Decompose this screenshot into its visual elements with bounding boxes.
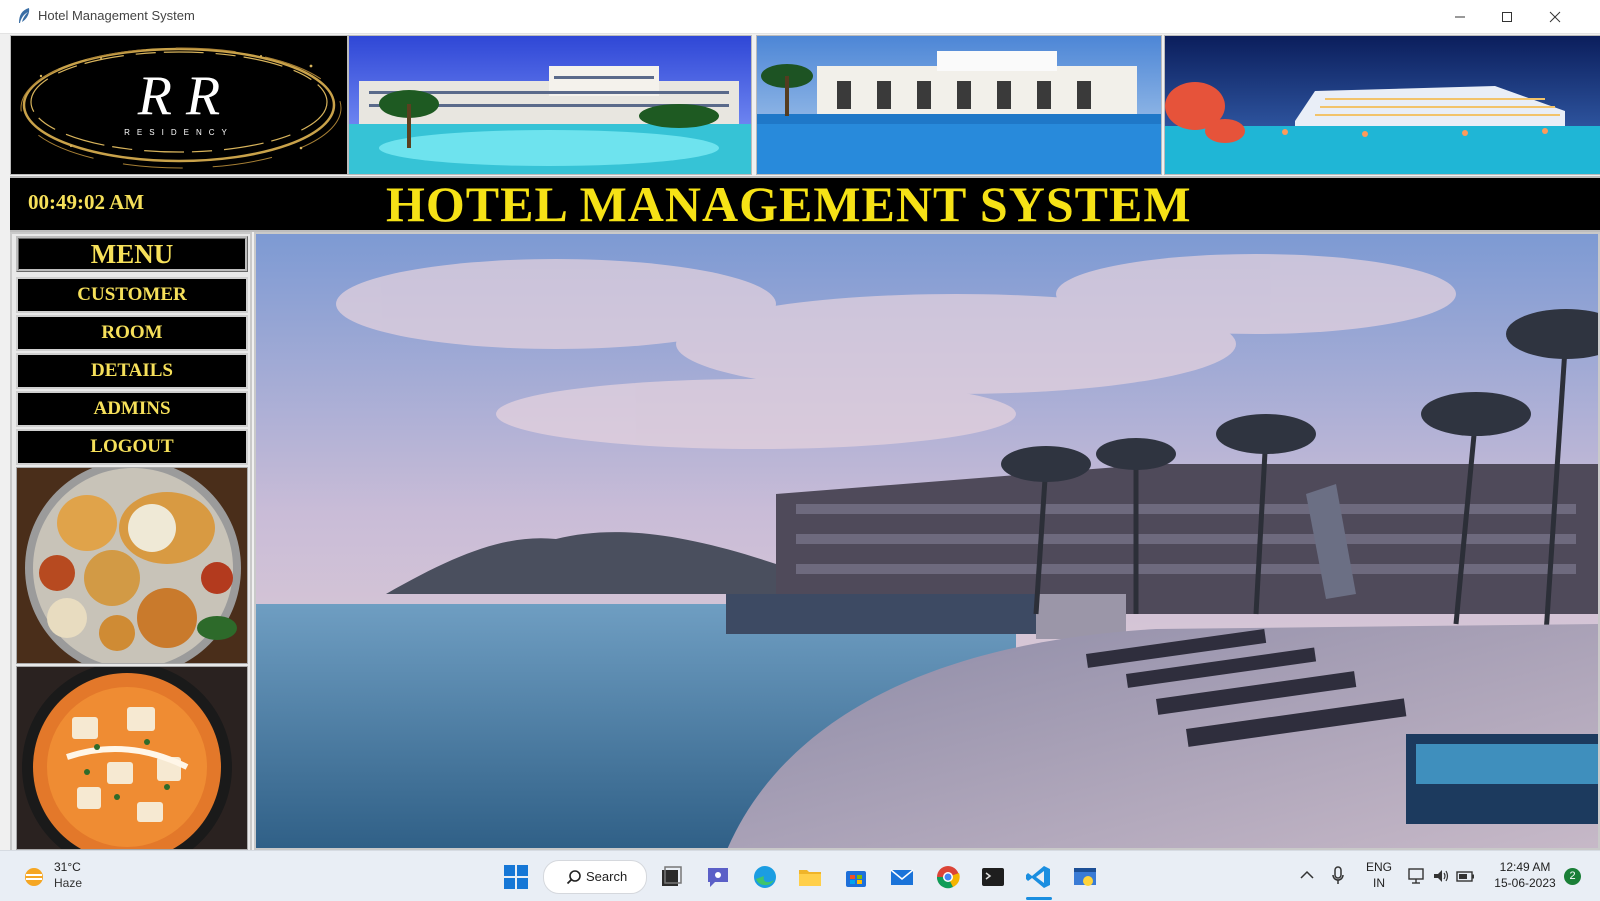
windows-start-icon[interactable] (503, 864, 529, 890)
admins-button[interactable]: ADMINS (16, 391, 248, 427)
python-window-icon[interactable] (1072, 864, 1098, 890)
task-view-icon[interactable] (658, 864, 684, 890)
weather-temperature[interactable]: 31°C (54, 860, 81, 874)
taskbar: 31°C Haze Search ENG IN 12:49 AM 15-06-2… (0, 850, 1600, 901)
feather-icon (19, 8, 30, 23)
logo-text: R R (137, 65, 221, 127)
hotel-photo-1 (348, 35, 752, 175)
details-button[interactable]: DETAILS (16, 353, 248, 389)
close-button[interactable] (1532, 0, 1578, 33)
close-icon (1549, 11, 1561, 22)
clock-time[interactable]: 12:49 AM (1488, 860, 1562, 874)
food-photo-curry (16, 666, 248, 850)
hotel-image (349, 36, 751, 174)
weather-description[interactable]: Haze (54, 876, 82, 890)
logo: R R RESIDENCY (10, 35, 348, 175)
store-icon[interactable] (843, 864, 869, 890)
minimize-icon (1455, 16, 1465, 17)
app-title: HOTEL MANAGEMENT SYSTEM (386, 176, 1192, 232)
resort-photo (254, 232, 1600, 850)
side-menu: MENU CUSTOMER ROOM DETAILS ADMINS LOGOUT (10, 232, 252, 850)
microphone-icon[interactable] (1331, 866, 1345, 886)
hotel-image (757, 36, 1161, 174)
taskbar-search[interactable]: Search (543, 860, 647, 894)
customer-button[interactable]: CUSTOMER (16, 277, 248, 313)
search-label: Search (586, 869, 628, 884)
teams-chat-icon[interactable] (705, 864, 731, 890)
food-photo-thali (16, 467, 248, 664)
vscode-icon[interactable] (1026, 864, 1052, 890)
room-button[interactable]: ROOM (16, 315, 248, 351)
food-image (17, 468, 247, 663)
app-window: Hotel Management System R R RESIDENCY 00… (0, 0, 1600, 850)
header-banner: R R RESIDENCY (10, 34, 1600, 176)
sun-haze-icon[interactable] (22, 865, 46, 889)
minimize-button[interactable] (1437, 0, 1483, 33)
window-title: Hotel Management System (38, 8, 195, 23)
title-bar[interactable]: Hotel Management System (0, 0, 1600, 34)
edge-icon[interactable] (752, 864, 778, 890)
resort-image (256, 234, 1598, 848)
clock-date[interactable]: 15-06-2023 (1488, 876, 1562, 890)
search-icon (566, 870, 581, 885)
client-area: R R RESIDENCY 00:49:02 AM HOTEL MANAGEME… (0, 34, 1600, 850)
logo-subtext: RESIDENCY (124, 128, 234, 137)
food-image (17, 667, 247, 849)
hotel-image (1165, 36, 1600, 174)
title-band: 00:49:02 AM HOTEL MANAGEMENT SYSTEM (10, 176, 1600, 232)
maximize-button[interactable] (1484, 0, 1530, 33)
logout-button[interactable]: LOGOUT (16, 429, 248, 465)
file-explorer-icon[interactable] (797, 864, 823, 890)
mail-icon[interactable] (889, 864, 915, 890)
chevron-up-icon[interactable] (1300, 870, 1314, 880)
clock-display: 00:49:02 AM (28, 190, 145, 214)
volume-icon[interactable] (1432, 867, 1450, 885)
terminal-icon[interactable] (980, 864, 1006, 890)
network-icon[interactable] (1408, 867, 1426, 885)
chrome-icon[interactable] (935, 864, 961, 890)
maximize-icon (1502, 11, 1512, 22)
menu-heading: MENU (16, 236, 248, 272)
battery-icon[interactable] (1456, 867, 1476, 885)
hotel-photo-3 (1164, 35, 1600, 175)
language-code[interactable]: ENG (1364, 860, 1394, 874)
notification-badge[interactable]: 2 (1564, 868, 1581, 885)
language-region[interactable]: IN (1364, 876, 1394, 890)
hotel-photo-2 (756, 35, 1162, 175)
